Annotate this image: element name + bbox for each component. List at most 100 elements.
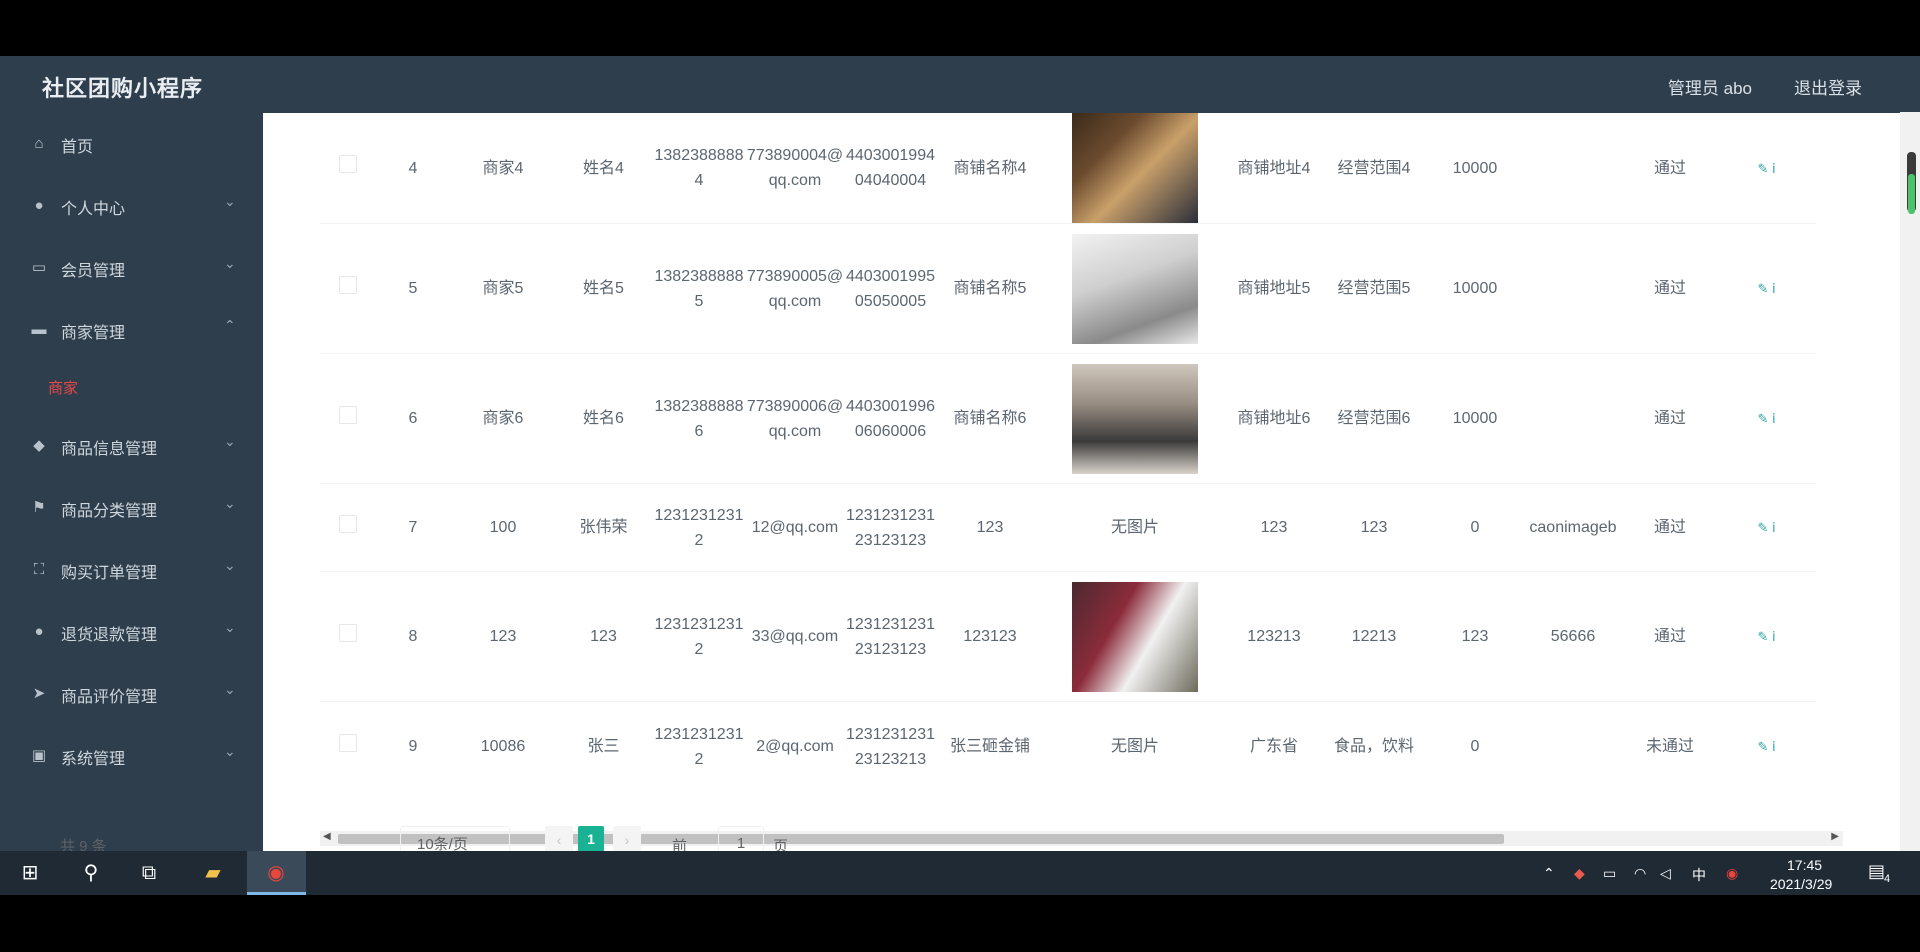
deposit-cell: 123 <box>1427 571 1523 702</box>
sidebar-item-label: 个人中心 <box>61 201 126 218</box>
shop-photo[interactable] <box>1072 113 1198 223</box>
table-row[interactable]: 7 100 张伟荣 12312312312 12@qq.com 1231231231231… <box>320 483 1843 572</box>
status-cell: 通过 <box>1623 223 1717 354</box>
home-icon: ⌂ <box>34 135 44 152</box>
table-row[interactable]: 8 123 123 12312312312 33@qq.com 1231231231231… <box>320 571 1843 702</box>
row-checkbox[interactable] <box>338 405 357 424</box>
sidebar-item-label: 会员管理 <box>61 263 126 280</box>
shop-photo[interactable] <box>1072 233 1198 344</box>
wifi-icon[interactable]: ◠ <box>1634 865 1646 882</box>
prev-page-button[interactable]: ‹ <box>545 826 573 854</box>
scroll-right-icon[interactable]: ▶ <box>1831 831 1839 842</box>
volume-icon[interactable]: ◁ <box>1660 865 1671 882</box>
email-cell: 2@qq.com <box>746 701 844 789</box>
edit-icon[interactable]: ✎ ⅰ <box>1757 520 1775 535</box>
idcard-cell: 123123123123123213 <box>844 701 937 789</box>
action-cell[interactable]: ✎ ⅰ <box>1717 483 1816 572</box>
action-cell[interactable]: ✎ ⅰ <box>1717 701 1816 789</box>
sogou-icon[interactable]: ◉ <box>1726 865 1738 882</box>
select-cell[interactable] <box>320 113 375 224</box>
image-cell <box>1043 571 1227 702</box>
chrome-taskbar-button[interactable]: ◉ <box>247 851 306 895</box>
action-cell[interactable]: ✎ ⅰ <box>1717 113 1816 224</box>
name-cell: 姓名4 <box>555 113 652 224</box>
row-checkbox[interactable] <box>338 733 357 752</box>
row-checkbox[interactable] <box>338 514 357 533</box>
account-cell: 商家4 <box>451 113 555 224</box>
row-checkbox[interactable] <box>338 155 357 173</box>
sidebar-item-label: 首页 <box>61 139 94 156</box>
remark-cell <box>1523 223 1623 354</box>
deposit-cell: 10000 <box>1427 223 1523 354</box>
app-window: 社区团购小程序 管理员 abo 退出登录 ⌂ 首页 ● 个人中心 ⌄ ▭ 会员管理 ⌄ ▬ 商家管… <box>0 56 1920 876</box>
task-view-icon[interactable]: ⧉ <box>137 862 161 884</box>
address-cell: 商铺地址4 <box>1227 113 1321 224</box>
status-cell: 通过 <box>1623 113 1717 224</box>
search-icon[interactable]: ⚲ <box>79 862 103 884</box>
sidebar-item[interactable]: ⚑ 商品分类管理 ⌄ <box>0 477 263 539</box>
scroll-left-icon[interactable]: ◀ <box>323 831 331 842</box>
idcard-cell: 440300199606060006 <box>844 353 937 484</box>
clock-date[interactable]: 2021/3/29 <box>1770 876 1832 892</box>
sidebar-item[interactable]: ◆ 商品信息管理 ⌄ <box>0 415 263 477</box>
shop-name-cell: 商铺名称6 <box>937 353 1043 484</box>
image-cell <box>1043 353 1227 484</box>
sidebar-subitem-merchant[interactable]: 商家 <box>0 361 263 415</box>
file-explorer-icon[interactable]: ▰ <box>201 862 225 884</box>
logout-link[interactable]: 退出登录 <box>1794 74 1862 99</box>
tray-expand-icon[interactable]: ⌃ <box>1543 865 1555 882</box>
sidebar-item[interactable]: ▭ 会员管理 ⌄ <box>0 237 263 299</box>
select-cell[interactable] <box>320 571 375 702</box>
index-cell: 5 <box>375 223 451 354</box>
action-cell[interactable]: ✎ ⅰ <box>1717 571 1816 702</box>
vertical-scrollbar[interactable] <box>1900 112 1920 851</box>
edit-icon[interactable]: ✎ ⅰ <box>1757 739 1775 754</box>
select-cell[interactable] <box>320 701 375 789</box>
battery-icon[interactable]: ▭ <box>1603 865 1616 882</box>
main-content: 4 商家4 姓名4 13823888884 773890004@qq.com 440300… <box>263 113 1920 851</box>
action-cell[interactable]: ✎ ⅰ <box>1717 223 1816 354</box>
edit-icon[interactable]: ✎ ⅰ <box>1757 629 1775 644</box>
row-checkbox[interactable] <box>338 623 357 642</box>
table-row[interactable]: 9 10086 张三 12312312312 2@qq.com 1231231231231… <box>320 701 1843 789</box>
action-cell[interactable]: ✎ ⅰ <box>1717 353 1816 484</box>
box-icon: ▣ <box>31 747 47 764</box>
table-row[interactable]: 4 商家4 姓名4 13823888884 773890004@qq.com 440300… <box>320 113 1843 224</box>
sidebar-item[interactable]: ➤ 商品评价管理 ⌄ <box>0 663 263 725</box>
sidebar-item[interactable]: ▣ 系统管理 ⌄ <box>0 725 263 787</box>
name-cell: 张三 <box>555 701 652 789</box>
deposit-cell: 10000 <box>1427 353 1523 484</box>
windows-taskbar: ⊞ ⚲ ⧉ ▰ ◉ ⌃ ◆ ▭ ◠ ◁ 中 ◉ 17:45 2021/3/29 … <box>0 851 1920 895</box>
scroll-thumb[interactable] <box>338 834 1504 844</box>
sidebar-item[interactable]: ⛶ 购买订单管理 ⌄ <box>0 539 263 601</box>
scope-cell: 12213 <box>1321 571 1427 702</box>
tray-app-icon[interactable]: ◆ <box>1574 865 1585 882</box>
shop-photo[interactable] <box>1072 581 1198 692</box>
current-page-button[interactable]: 1 <box>578 826 604 852</box>
sidebar-item[interactable]: ▬ 商家管理 ⌃ <box>0 299 263 361</box>
shop-photo[interactable] <box>1072 363 1198 474</box>
sidebar-item[interactable]: ● 退货退款管理 ⌄ <box>0 601 263 663</box>
next-page-button[interactable]: › <box>613 826 641 854</box>
table-row[interactable]: 5 商家5 姓名5 13823888885 773890005@qq.com 440300… <box>320 223 1843 354</box>
select-cell[interactable] <box>320 483 375 572</box>
sidebar-item[interactable]: ● 个人中心 ⌄ <box>0 175 263 237</box>
address-cell: 123213 <box>1227 571 1321 702</box>
chevron-icon: ⌄ <box>224 193 236 209</box>
address-cell: 广东省 <box>1227 701 1321 789</box>
notification-icon[interactable]: ▤ <box>1868 861 1885 882</box>
phone-cell: 12312312312 <box>652 571 746 702</box>
phone-cell: 12312312312 <box>652 701 746 789</box>
sidebar-item[interactable]: ⌂ 首页 <box>0 113 263 175</box>
remark-cell <box>1523 113 1623 224</box>
select-cell[interactable] <box>320 223 375 354</box>
ime-indicator[interactable]: 中 <box>1692 865 1706 885</box>
edit-icon[interactable]: ✎ ⅰ <box>1757 161 1775 176</box>
edit-icon[interactable]: ✎ ⅰ <box>1757 411 1775 426</box>
clock-time[interactable]: 17:45 <box>1787 857 1822 873</box>
edit-icon[interactable]: ✎ ⅰ <box>1757 281 1775 296</box>
windows-start-icon[interactable]: ⊞ <box>18 862 42 884</box>
row-checkbox[interactable] <box>338 275 357 294</box>
select-cell[interactable] <box>320 353 375 484</box>
table-row[interactable]: 6 商家6 姓名6 13823888886 773890006@qq.com 440300… <box>320 353 1843 484</box>
